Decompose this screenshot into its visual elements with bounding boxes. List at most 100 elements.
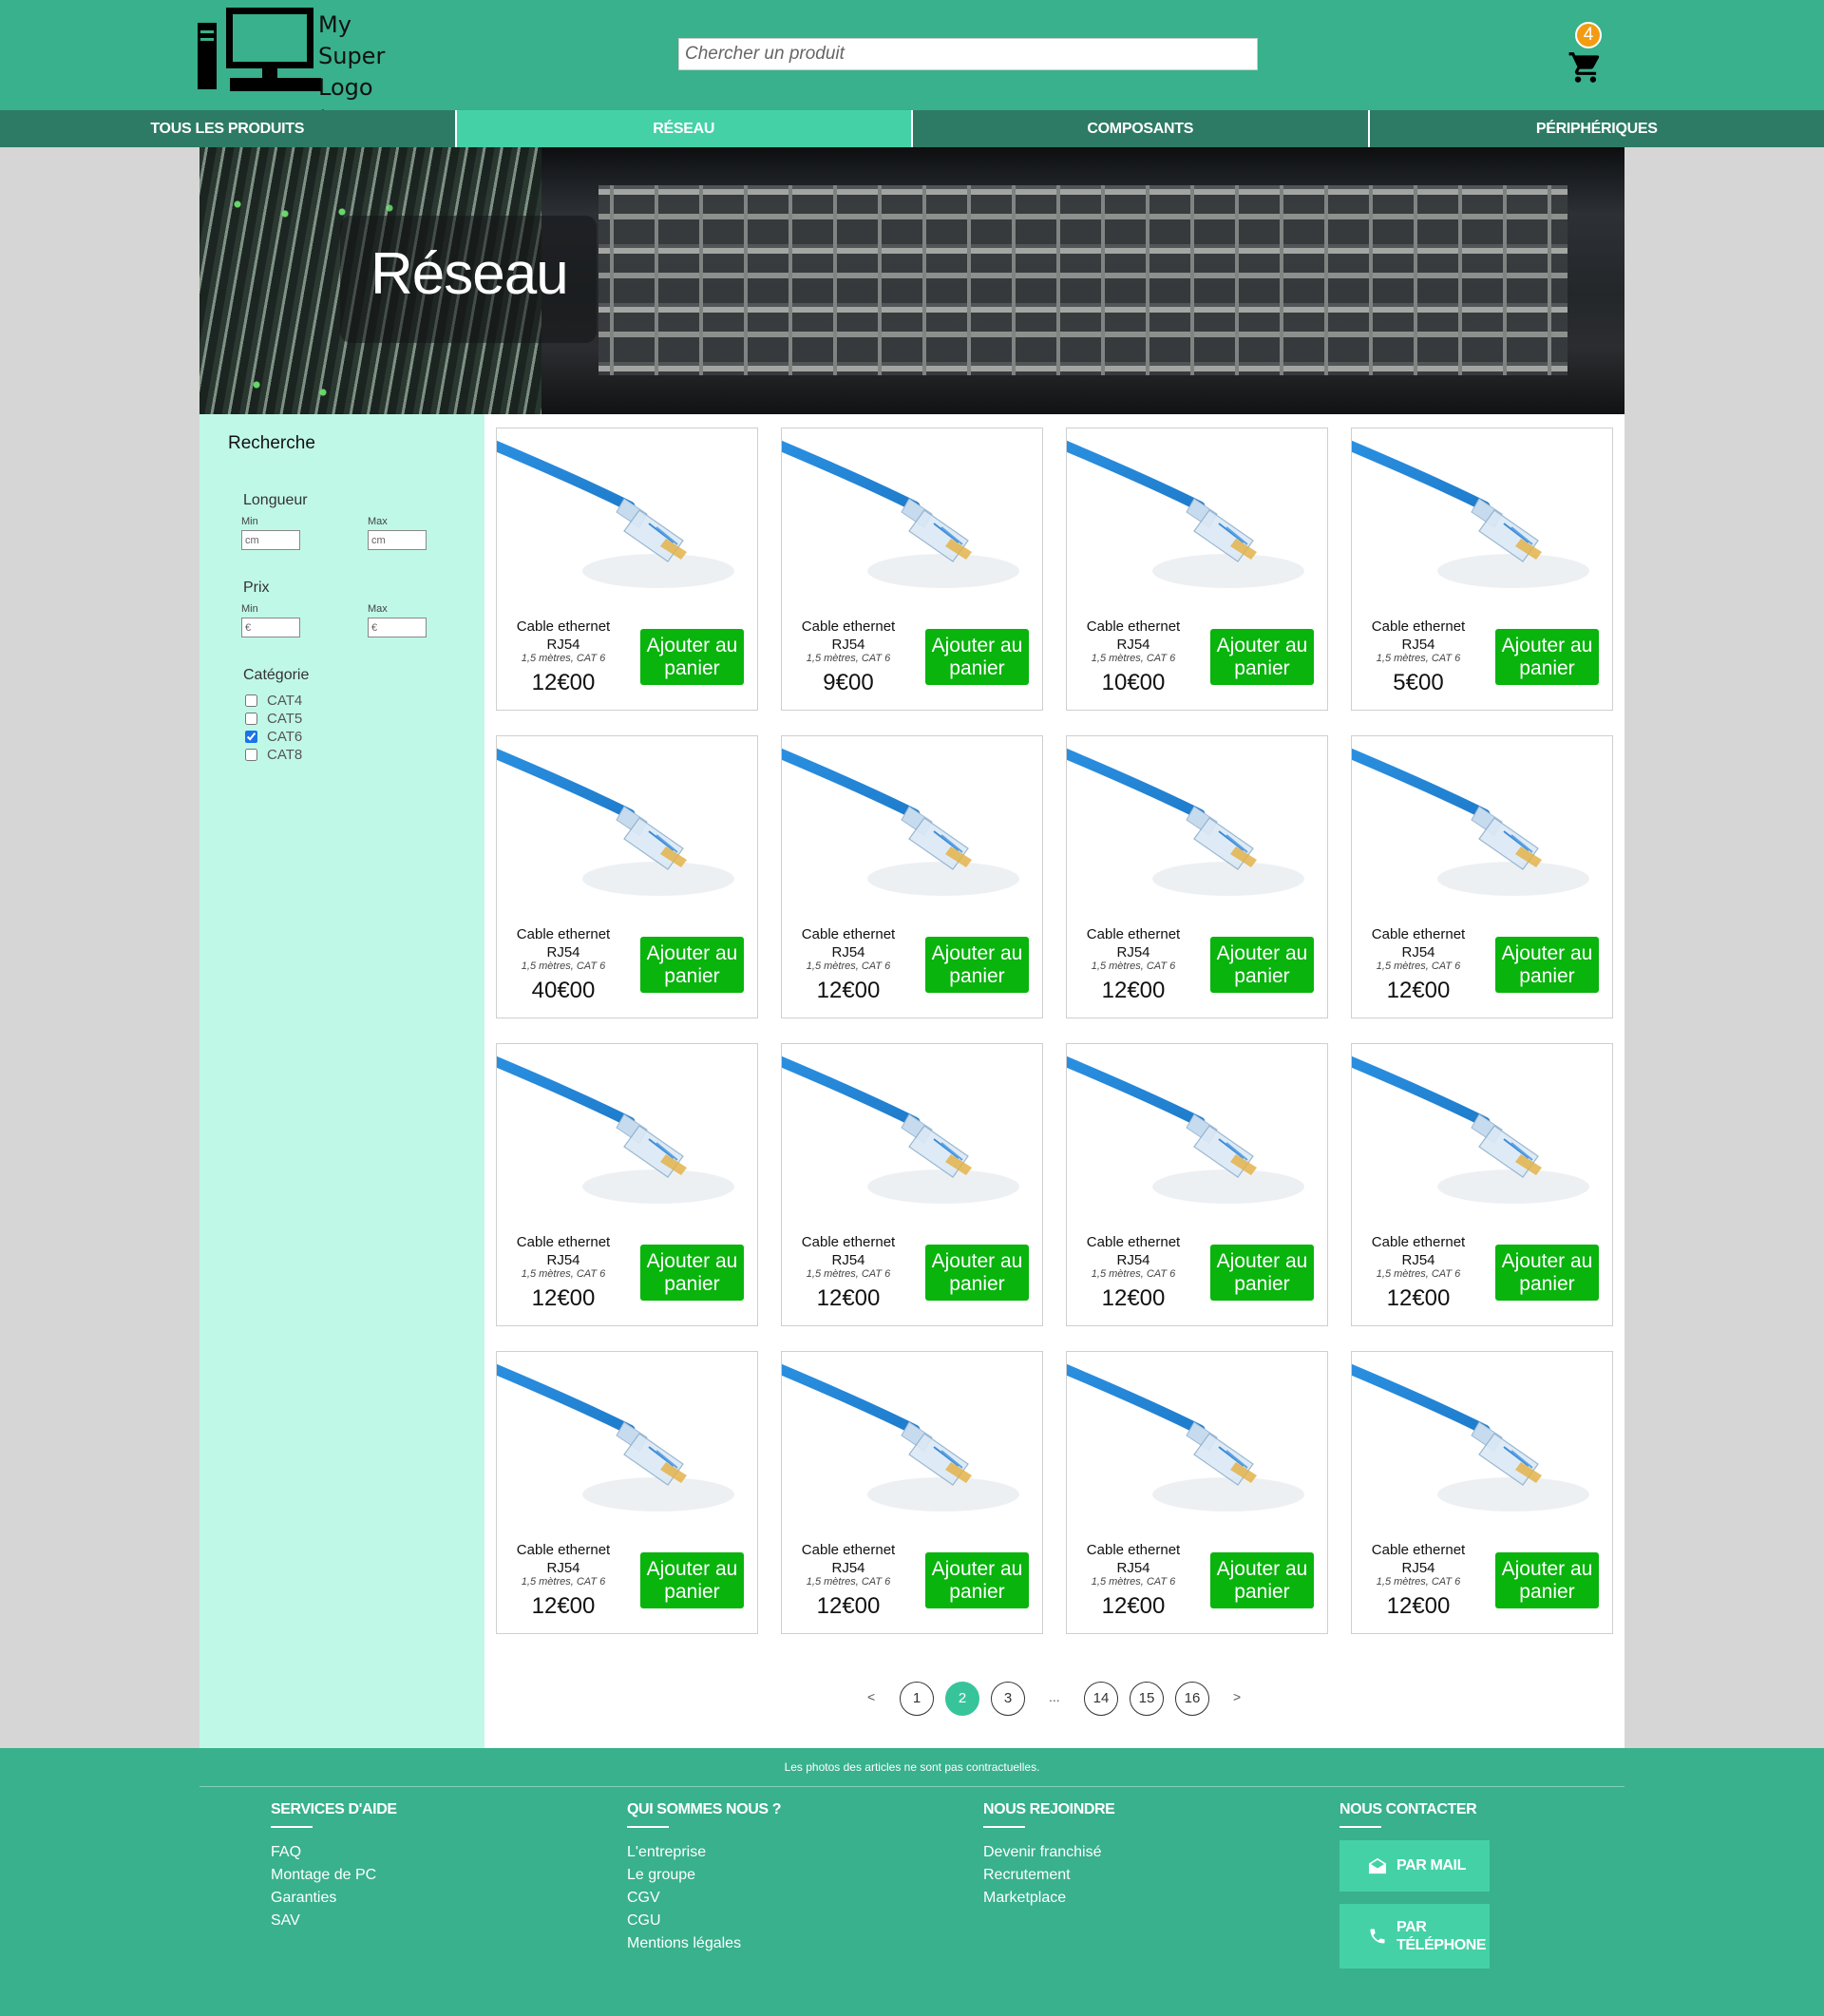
length-min-input[interactable] (241, 530, 300, 550)
footer-link-sav[interactable]: SAV (271, 1910, 397, 1932)
cable-image (1067, 748, 1304, 896)
product-name: Cable ethernet RJ54 (801, 1542, 896, 1576)
footer-link-pc-assembly[interactable]: Montage de PC (271, 1864, 397, 1887)
footer-link-franchise[interactable]: Devenir franchisé (983, 1841, 1114, 1864)
product-card[interactable]: Cable ethernet RJ54 1,5 mètres, CAT 6 12€0… (496, 1043, 758, 1326)
cable-image (782, 1363, 1019, 1512)
product-image[interactable] (1067, 1044, 1327, 1234)
footer-link-cgu[interactable]: CGU (627, 1910, 781, 1932)
product-card[interactable]: Cable ethernet RJ54 1,5 mètres, CAT 6 40€0… (496, 735, 758, 1018)
page-button-1[interactable]: 1 (900, 1682, 934, 1716)
length-max-input[interactable] (368, 530, 427, 550)
product-card[interactable]: Cable ethernet RJ54 1,5 mètres, CAT 6 12€0… (1351, 735, 1613, 1018)
product-image[interactable] (1352, 1352, 1612, 1542)
product-image[interactable] (782, 1352, 1042, 1542)
contact-phone-line2: TÉLÉPHONE (1396, 1937, 1487, 1953)
tab-peripherals[interactable]: PÉRIPHÉRIQUES (1370, 110, 1824, 147)
filter-sidebar: Recherche Longueur Min Max Prix Min Max … (200, 414, 484, 1748)
product-name: Cable ethernet RJ54 (1371, 926, 1466, 960)
product-card[interactable]: Cable ethernet RJ54 1,5 mètres, CAT 6 10€0… (1066, 428, 1328, 711)
product-image[interactable] (497, 736, 757, 926)
product-image[interactable] (782, 1044, 1042, 1234)
page-button-16[interactable]: 16 (1175, 1682, 1209, 1716)
photo-disclaimer: Les photos des articles ne sont pas cont… (784, 1760, 1040, 1774)
tab-components[interactable]: COMPOSANTS (913, 110, 1370, 147)
add-to-cart-button[interactable]: Ajouter au panier (925, 1245, 1029, 1301)
product-card[interactable]: Cable ethernet RJ54 1,5 mètres, CAT 6 12€0… (1351, 1043, 1613, 1326)
product-card[interactable]: Cable ethernet RJ54 1,5 mètres, CAT 6 12€0… (1066, 1043, 1328, 1326)
page-button-15[interactable]: 15 (1130, 1682, 1164, 1716)
product-card[interactable]: Cable ethernet RJ54 1,5 mètres, CAT 6 12€0… (781, 1351, 1043, 1634)
cat5-checkbox[interactable] (245, 712, 257, 725)
product-image[interactable] (1352, 736, 1612, 926)
add-to-cart-button[interactable]: Ajouter au panier (1495, 937, 1599, 993)
category-option-cat8[interactable]: CAT8 (245, 746, 302, 763)
product-description: 1,5 mètres, CAT 6 (806, 1268, 891, 1280)
add-to-cart-button[interactable]: Ajouter au panier (1495, 629, 1599, 685)
product-description: 1,5 mètres, CAT 6 (521, 960, 606, 972)
add-to-cart-button[interactable]: Ajouter au panier (925, 629, 1029, 685)
add-to-cart-button[interactable]: Ajouter au panier (1495, 1552, 1599, 1608)
add-to-cart-button[interactable]: Ajouter au panier (1210, 1245, 1314, 1301)
search-input[interactable] (678, 38, 1258, 70)
cart-button[interactable]: 4 (1568, 19, 1607, 87)
site-logo[interactable]: My Super Logo ! (198, 4, 388, 132)
product-card[interactable]: Cable ethernet RJ54 1,5 mètres, CAT 6 12€0… (1066, 735, 1328, 1018)
add-to-cart-button[interactable]: Ajouter au panier (925, 937, 1029, 993)
pagination-prev[interactable]: < (867, 1689, 875, 1704)
price-max-input[interactable] (368, 618, 427, 637)
footer-link-cgv[interactable]: CGV (627, 1887, 781, 1910)
contact-phone-button[interactable]: PAR TÉLÉPHONE (1340, 1904, 1490, 1968)
footer-link-legal[interactable]: Mentions légales (627, 1932, 781, 1955)
add-to-cart-button[interactable]: Ajouter au panier (640, 937, 744, 993)
product-card[interactable]: Cable ethernet RJ54 1,5 mètres, CAT 6 12€0… (781, 735, 1043, 1018)
cat8-checkbox[interactable] (245, 748, 257, 761)
product-image[interactable] (782, 736, 1042, 926)
category-option-cat6[interactable]: CAT6 (245, 728, 302, 745)
footer-link-warranty[interactable]: Garanties (271, 1887, 397, 1910)
footer-link-faq[interactable]: FAQ (271, 1841, 397, 1864)
category-option-cat5[interactable]: CAT5 (245, 710, 302, 727)
pagination-next[interactable]: > (1233, 1689, 1241, 1704)
product-card[interactable]: Cable ethernet RJ54 1,5 mètres, CAT 6 12€0… (1351, 1351, 1613, 1634)
footer-link-company[interactable]: L'entreprise (627, 1841, 781, 1864)
product-card[interactable]: Cable ethernet RJ54 1,5 mètres, CAT 6 12€0… (496, 1351, 758, 1634)
page-button-2[interactable]: 2 (945, 1682, 979, 1716)
add-to-cart-button[interactable]: Ajouter au panier (640, 629, 744, 685)
product-image[interactable] (1067, 736, 1327, 926)
product-card[interactable]: Cable ethernet RJ54 1,5 mètres, CAT 6 12€0… (1066, 1351, 1328, 1634)
cat4-checkbox[interactable] (245, 694, 257, 707)
add-to-cart-button[interactable]: Ajouter au panier (1210, 629, 1314, 685)
product-card[interactable]: Cable ethernet RJ54 1,5 mètres, CAT 6 5€00… (1351, 428, 1613, 711)
tab-all-products[interactable]: TOUS LES PRODUITS (0, 110, 457, 147)
product-image[interactable] (1067, 1352, 1327, 1542)
product-card[interactable]: Cable ethernet RJ54 1,5 mètres, CAT 6 12€0… (781, 1043, 1043, 1326)
add-to-cart-button[interactable]: Ajouter au panier (925, 1552, 1029, 1608)
add-to-cart-button[interactable]: Ajouter au panier (1210, 937, 1314, 993)
add-to-cart-button[interactable]: Ajouter au panier (640, 1245, 744, 1301)
product-image[interactable] (1067, 428, 1327, 618)
tab-network[interactable]: RÉSEAU (456, 110, 913, 147)
page-button-3[interactable]: 3 (991, 1682, 1025, 1716)
product-image[interactable] (497, 1352, 757, 1542)
product-image[interactable] (497, 1044, 757, 1234)
footer-link-recruitment[interactable]: Recrutement (983, 1864, 1114, 1887)
footer-link-marketplace[interactable]: Marketplace (983, 1887, 1114, 1910)
product-card[interactable]: Cable ethernet RJ54 1,5 mètres, CAT 6 12€0… (496, 428, 758, 711)
cat6-checkbox[interactable] (245, 730, 257, 743)
category-option-cat4[interactable]: CAT4 (245, 692, 302, 709)
add-to-cart-button[interactable]: Ajouter au panier (640, 1552, 744, 1608)
footer-link-group[interactable]: Le groupe (627, 1864, 781, 1887)
cable-image (782, 440, 1019, 588)
product-card[interactable]: Cable ethernet RJ54 1,5 mètres, CAT 6 9€00… (781, 428, 1043, 711)
product-image[interactable] (1352, 428, 1612, 618)
contact-mail-button[interactable]: PAR MAIL (1340, 1840, 1490, 1892)
product-price: 12€00 (1101, 1593, 1166, 1619)
page-button-14[interactable]: 14 (1084, 1682, 1118, 1716)
add-to-cart-button[interactable]: Ajouter au panier (1210, 1552, 1314, 1608)
product-image[interactable] (782, 428, 1042, 618)
price-min-input[interactable] (241, 618, 300, 637)
product-image[interactable] (1352, 1044, 1612, 1234)
add-to-cart-button[interactable]: Ajouter au panier (1495, 1245, 1599, 1301)
product-image[interactable] (497, 428, 757, 618)
